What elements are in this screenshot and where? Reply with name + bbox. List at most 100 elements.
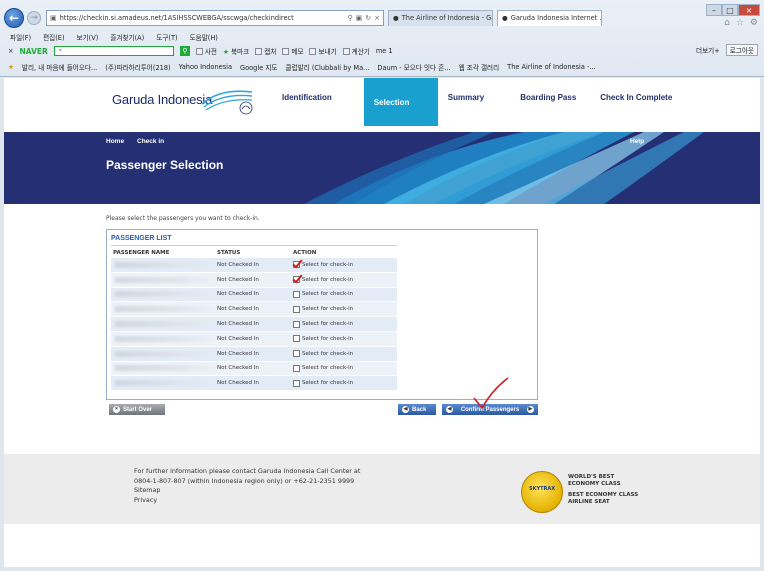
passenger-name-blurred <box>115 321 218 328</box>
select-label[interactable]: Select for check-in <box>302 291 353 297</box>
favorite-item[interactable]: Google 지도 <box>240 62 277 72</box>
menu-view[interactable]: 보기(V) <box>77 32 99 43</box>
browser-tab-2[interactable]: ● Garuda Indonesia Internet ... × <box>497 10 602 26</box>
favorite-item[interactable]: 클럽발리 (Clubbali by Ma... <box>285 62 369 72</box>
select-checkin-control[interactable]: Select for check-in <box>293 364 353 372</box>
start-over-label: Start Over <box>123 406 153 413</box>
browser-chrome: ← → ▣ https://checkin.si.amadeus.net/1AS… <box>0 0 764 77</box>
toolbar-dictionary[interactable]: 사전 <box>195 46 217 56</box>
address-url[interactable]: https://checkin.si.amadeus.net/1ASIHSSCW… <box>60 14 345 22</box>
select-checkbox[interactable] <box>293 379 300 387</box>
naver-search-input[interactable]: ▾ <box>53 46 174 56</box>
garuda-logo-text[interactable]: Garuda Indonesia <box>112 92 212 107</box>
start-over-button[interactable]: × Start Over <box>109 404 165 415</box>
stop-icon[interactable]: × <box>374 14 380 22</box>
more-button[interactable]: 더보기+ <box>696 45 720 55</box>
step-check-in-complete[interactable]: Check In Complete <box>586 78 682 126</box>
select-checkin-control[interactable]: Select for check-in <box>293 379 353 387</box>
gear-icon[interactable]: ⚙ <box>750 18 758 28</box>
nav-help-link[interactable]: Help <box>630 138 644 145</box>
table-row: Not Checked In Select for check-in <box>111 287 397 303</box>
select-checkbox[interactable] <box>293 350 300 358</box>
select-checkin-control[interactable]: Select for check-in <box>293 335 353 343</box>
back-arrow-icon[interactable]: ← <box>4 8 24 28</box>
menu-file[interactable]: 파일(F) <box>10 32 31 43</box>
select-label[interactable]: Select for check-in <box>302 351 353 357</box>
toolbar-me[interactable]: me 1 <box>376 47 393 55</box>
browser-tab-1[interactable]: ● The Airline of Indonesia - Gar... <box>388 10 493 26</box>
browser-icons: ⌂ ☆ ⚙ <box>724 18 758 28</box>
sitemap-link[interactable]: Sitemap <box>134 486 360 496</box>
select-checkbox[interactable] <box>293 305 300 313</box>
toolbar-bookmark[interactable]: ★ 북마크 <box>223 46 249 56</box>
select-checkbox[interactable] <box>293 261 300 269</box>
address-bar[interactable]: ▣ https://checkin.si.amadeus.net/1ASIHSS… <box>46 10 384 26</box>
chevron-left-icon: ◀ <box>446 406 453 413</box>
minimize-icon[interactable]: – <box>706 4 722 16</box>
passenger-name-blurred <box>115 276 218 283</box>
favorite-item[interactable]: (주)따라하리투어(218) <box>105 62 170 72</box>
seal-text: SKYTRAX <box>529 486 556 492</box>
select-label[interactable]: Select for check-in <box>302 365 353 371</box>
table-row: Not Checked In Select for check-in <box>111 361 397 377</box>
favorite-item[interactable]: Daum - 모으다 잇다 흔... <box>377 62 450 72</box>
select-label[interactable]: Select for check-in <box>302 336 353 342</box>
favorites-star-icon[interactable]: ☆ <box>736 18 744 28</box>
maximize-icon[interactable]: □ <box>722 4 738 16</box>
toolbar-capture[interactable]: 캡처 <box>255 46 276 56</box>
toolbar-send[interactable]: 보내기 <box>309 46 337 56</box>
select-checkin-control[interactable]: Select for check-in <box>293 290 353 298</box>
select-checkin-control[interactable]: Select for check-in <box>293 276 353 284</box>
step-identification[interactable]: Identification <box>272 78 342 126</box>
passenger-rows: Not Checked In Select for check-in Not Che… <box>111 258 397 392</box>
back-button[interactable]: ◀ Back <box>398 404 436 415</box>
checkin-steps: Identification Selection Summary Boardin… <box>272 78 682 126</box>
toolbar-calculator[interactable]: 계산기 <box>342 46 370 56</box>
nav-checkin-link[interactable]: Check in <box>137 138 164 145</box>
lock-icon[interactable]: ▣ <box>356 14 363 22</box>
nav-home-link[interactable]: Home <box>106 138 124 145</box>
favorite-item[interactable]: 발리, 내 마음에 들어오다... <box>22 62 97 72</box>
favorites-star-icon[interactable]: ★ <box>8 63 14 71</box>
forward-arrow-icon[interactable]: → <box>27 11 41 25</box>
step-boarding-pass[interactable]: Boarding Pass <box>494 78 586 126</box>
search-icon[interactable]: ⚲ <box>347 14 352 22</box>
select-label[interactable]: Select for check-in <box>302 321 353 327</box>
select-checkin-control[interactable]: Select for check-in <box>293 305 353 313</box>
select-checkin-control[interactable]: Select for check-in <box>293 350 353 358</box>
footer-contact-line-2: 0804-1-807-807 (within Indonesia region … <box>134 476 355 485</box>
select-label[interactable]: Select for check-in <box>302 262 353 268</box>
logout-button[interactable]: 로그아웃 <box>725 44 758 56</box>
table-row: Not Checked In Select for check-in <box>111 302 397 318</box>
select-checkbox[interactable] <box>293 276 300 284</box>
col-header-action: ACTION <box>293 250 317 256</box>
menu-tools[interactable]: 도구(T) <box>156 32 177 43</box>
privacy-link[interactable]: Privacy <box>134 496 360 506</box>
select-label[interactable]: Select for check-in <box>302 277 353 283</box>
step-selection[interactable]: Selection <box>363 78 438 126</box>
favorite-item[interactable]: Yahoo Indonesia <box>179 63 232 71</box>
select-label[interactable]: Select for check-in <box>302 306 353 312</box>
divider <box>111 245 397 246</box>
favorite-item[interactable]: The Airline of Indonesia -... <box>507 63 596 71</box>
menu-favorites[interactable]: 즐겨찾기(A) <box>110 32 144 43</box>
refresh-icon[interactable]: ↻ <box>365 14 371 22</box>
select-label[interactable]: Select for check-in <box>302 380 353 386</box>
select-checkin-control[interactable]: Select for check-in <box>293 320 353 328</box>
select-checkbox[interactable] <box>293 290 300 298</box>
select-checkbox[interactable] <box>293 320 300 328</box>
menu-edit[interactable]: 편집(E) <box>43 32 64 43</box>
step-summary[interactable]: Summary <box>438 78 494 126</box>
toolbar-memo[interactable]: 메모 <box>282 46 303 56</box>
menu-help[interactable]: 도움말(H) <box>190 32 218 43</box>
select-checkbox[interactable] <box>293 364 300 372</box>
select-checkin-control[interactable]: Select for check-in <box>293 261 353 269</box>
col-header-name: PASSENGER NAME <box>113 250 170 256</box>
favorite-item[interactable]: 웹 조각 갤러리 <box>459 62 500 72</box>
status-text: Not Checked In <box>217 350 259 357</box>
home-icon[interactable]: ⌂ <box>724 18 730 28</box>
close-window-icon[interactable]: × <box>738 4 760 16</box>
naver-search-icon[interactable]: ⚲ <box>179 46 190 56</box>
select-checkbox[interactable] <box>293 335 300 343</box>
close-toolbar-icon[interactable]: × <box>8 47 14 55</box>
